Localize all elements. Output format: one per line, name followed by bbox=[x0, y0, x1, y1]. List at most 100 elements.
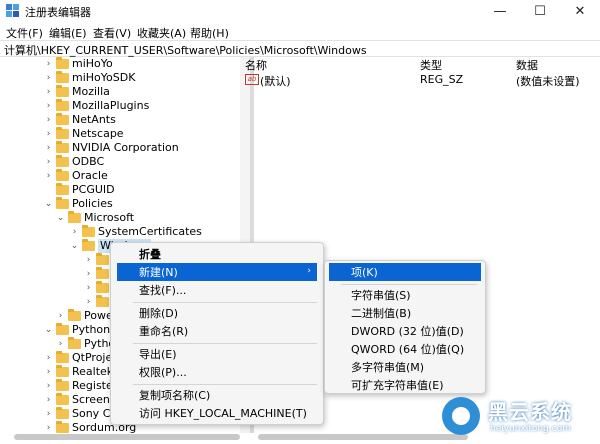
chevron-right-icon: › bbox=[307, 266, 311, 276]
menu-item-permissions[interactable]: 权限(P)... bbox=[111, 363, 323, 381]
tree-node-label: Microsoft bbox=[84, 211, 135, 224]
menu-item-export[interactable]: 导出(E) bbox=[111, 345, 323, 363]
menu-edit[interactable]: 编辑(E) bbox=[49, 25, 87, 41]
chevron-right-icon[interactable]: › bbox=[44, 141, 53, 155]
tree-node-oracle[interactable]: › Oracle bbox=[44, 169, 108, 183]
chevron-right-icon[interactable]: › bbox=[44, 155, 53, 169]
chevron-right-icon[interactable]: › bbox=[56, 337, 65, 351]
tree-node-mozillaplugins[interactable]: › MozillaPlugins bbox=[44, 99, 149, 113]
tree-node-mozilla[interactable]: › Mozilla bbox=[44, 85, 110, 99]
folder-icon bbox=[56, 127, 69, 139]
address-bar[interactable]: 计算机\HKEY_CURRENT_USER\Software\Policies\… bbox=[0, 40, 600, 57]
chevron-right-icon[interactable]: › bbox=[44, 169, 53, 183]
folder-icon bbox=[68, 309, 81, 321]
menu-item-rename[interactable]: 重命名(R) bbox=[111, 322, 323, 340]
folder-icon bbox=[56, 71, 69, 83]
chevron-right-icon[interactable]: › bbox=[44, 407, 53, 421]
chevron-right-icon[interactable]: › bbox=[44, 351, 53, 365]
tree-node-label: Netscape bbox=[72, 127, 124, 140]
chevron-right-icon[interactable]: › bbox=[44, 127, 53, 141]
chevron-right-icon[interactable]: › bbox=[84, 281, 93, 295]
chevron-right-icon[interactable]: › bbox=[44, 365, 53, 379]
submenu-item-binary-value[interactable]: 二进制值(B) bbox=[325, 304, 485, 322]
column-header-data[interactable]: 数据 bbox=[516, 57, 538, 73]
chevron-right-icon[interactable]: › bbox=[84, 267, 93, 281]
tree-node-nvidia[interactable]: › NVIDIA Corporation bbox=[44, 141, 179, 155]
tree-node-realtek[interactable]: › Realtek bbox=[44, 365, 113, 379]
submenu-item-string-value[interactable]: 字符串值(S) bbox=[325, 286, 485, 304]
minimize-icon: — bbox=[493, 3, 507, 19]
menu-item-new[interactable]: 新建(N) › bbox=[117, 263, 317, 281]
tree-node-sony[interactable]: › Sony Co bbox=[44, 407, 117, 421]
chevron-right-icon[interactable]: › bbox=[44, 71, 53, 85]
menu-separator bbox=[133, 302, 317, 303]
tree-node-policies[interactable]: ⌄ Policies bbox=[44, 197, 113, 211]
tree-node-systemcertificates[interactable]: › SystemCertificates bbox=[70, 225, 202, 239]
menu-item-copy-key-name[interactable]: 复制项名称(C) bbox=[111, 386, 323, 404]
menu-view[interactable]: 查看(V) bbox=[93, 25, 131, 41]
chevron-right-icon[interactable]: › bbox=[44, 421, 53, 433]
submenu-item-dword-value[interactable]: DWORD (32 位)值(D) bbox=[325, 322, 485, 340]
close-button[interactable]: ✕ bbox=[560, 0, 600, 22]
tree-node-mihoyo[interactable]: › miHoYo bbox=[44, 57, 113, 71]
tree-node-label: Realtek bbox=[72, 365, 114, 378]
submenu-item-qword-value[interactable]: QWORD (64 位)值(Q) bbox=[325, 340, 485, 358]
tree-node-odbc[interactable]: › ODBC bbox=[44, 155, 104, 169]
column-header-name[interactable]: 名称 bbox=[245, 57, 267, 73]
menu-item-label: 新建(N) bbox=[139, 266, 178, 279]
context-menu: 折叠 新建(N) › 查找(F)... 删除(D) 重命名(R) 导出(E) 权限… bbox=[110, 242, 324, 425]
submenu-item-multi-string-value[interactable]: 多字符串值(M) bbox=[325, 358, 485, 376]
string-value-icon: ab bbox=[245, 74, 259, 85]
menu-item-goto-hklm[interactable]: 访问 HKEY_LOCAL_MACHINE(T) bbox=[111, 404, 323, 422]
menu-file[interactable]: 文件(F) bbox=[6, 25, 43, 41]
chevron-right-icon[interactable]: › bbox=[56, 309, 65, 323]
chevron-down-icon[interactable]: ⌄ bbox=[56, 211, 65, 225]
window-title: 注册表编辑器 bbox=[25, 6, 91, 19]
chevron-right-icon[interactable]: › bbox=[44, 393, 53, 407]
chevron-down-icon[interactable]: ⌄ bbox=[70, 239, 79, 253]
maximize-button[interactable]: ☐ bbox=[520, 0, 560, 22]
tree-node-power[interactable]: › Powe bbox=[56, 309, 113, 323]
chevron-right-icon[interactable]: › bbox=[44, 379, 53, 393]
tree-node-netscape[interactable]: › Netscape bbox=[44, 127, 124, 141]
tree-node-microsoft[interactable]: ⌄ Microsoft bbox=[56, 211, 134, 225]
chevron-down-icon[interactable]: ⌄ bbox=[44, 197, 53, 211]
folder-icon bbox=[56, 365, 69, 377]
folder-icon bbox=[56, 57, 69, 69]
menu-favorites[interactable]: 收藏夹(A) bbox=[137, 25, 186, 41]
tree-node-python-child[interactable]: › Pytho bbox=[56, 337, 115, 351]
chevron-right-icon[interactable]: › bbox=[44, 99, 53, 113]
tree-node-python[interactable]: ⌄ Python bbox=[44, 323, 110, 337]
tree-node-netants[interactable]: › NetAnts bbox=[44, 113, 116, 127]
folder-icon bbox=[56, 169, 69, 181]
chevron-right-icon[interactable]: › bbox=[84, 253, 93, 267]
tree-node-mihoyosdk[interactable]: › miHoYoSDK bbox=[44, 71, 135, 85]
list-horizontal-scrollbar[interactable] bbox=[258, 434, 468, 440]
folder-icon bbox=[56, 407, 69, 419]
folder-icon bbox=[96, 295, 109, 307]
menu-item-find[interactable]: 查找(F)... bbox=[111, 281, 323, 299]
tree-node-pcguid[interactable]: PCGUID bbox=[44, 183, 115, 197]
tree-horizontal-scrollbar[interactable] bbox=[14, 434, 240, 440]
chevron-right-icon[interactable]: › bbox=[84, 295, 93, 309]
folder-icon bbox=[96, 267, 109, 279]
tree-node-qtproject[interactable]: › QtProjec bbox=[44, 351, 118, 365]
tree-node-label: PCGUID bbox=[72, 183, 115, 196]
chevron-right-icon[interactable]: › bbox=[44, 113, 53, 127]
tree-node-label: Powe bbox=[84, 309, 113, 322]
menu-item-collapse[interactable]: 折叠 bbox=[111, 245, 323, 263]
menu-separator bbox=[133, 343, 317, 344]
new-submenu: 项(K) 字符串值(S) 二进制值(B) DWORD (32 位)值(D) QW… bbox=[324, 260, 486, 394]
submenu-item-expandable-string-value[interactable]: 可扩充字符串值(E) bbox=[325, 376, 485, 394]
folder-icon bbox=[56, 141, 69, 153]
menu-help[interactable]: 帮助(H) bbox=[190, 25, 229, 41]
menu-item-delete[interactable]: 删除(D) bbox=[111, 304, 323, 322]
chevron-down-icon[interactable]: ⌄ bbox=[44, 323, 53, 337]
chevron-right-icon[interactable]: › bbox=[44, 57, 53, 71]
column-header-type[interactable]: 类型 bbox=[420, 57, 442, 73]
chevron-right-icon[interactable]: › bbox=[70, 225, 79, 239]
submenu-item-key[interactable]: 项(K) bbox=[329, 263, 481, 281]
minimize-button[interactable]: — bbox=[480, 0, 520, 22]
value-row-default[interactable]: ab (默认) REG_SZ (数值未设置) bbox=[245, 73, 600, 88]
chevron-right-icon[interactable]: › bbox=[44, 85, 53, 99]
